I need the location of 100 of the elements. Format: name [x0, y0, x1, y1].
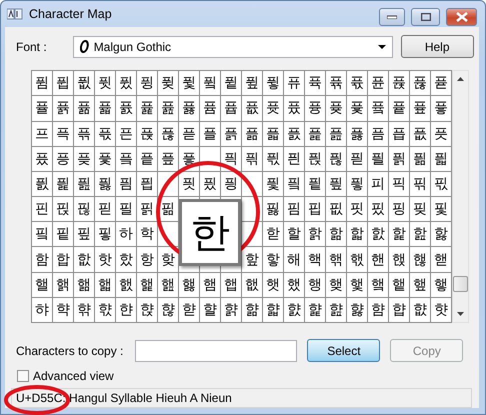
character-cell[interactable]: 픮 [74, 172, 94, 196]
character-cell[interactable]: 퓨 [284, 71, 304, 96]
character-cell[interactable]: 픔 [368, 122, 388, 146]
character-cell[interactable]: 핕 [53, 222, 73, 246]
character-cell[interactable]: 햠 [368, 298, 388, 322]
character-cell[interactable]: 퓪 [326, 71, 346, 96]
character-cell[interactable]: 햜 [284, 298, 304, 322]
character-cell[interactable]: 필 [116, 197, 136, 222]
character-cell[interactable]: 햔 [116, 298, 136, 322]
character-cell[interactable]: 핶 [326, 247, 346, 272]
character-cell[interactable]: 할 [284, 222, 304, 246]
character-cell[interactable]: 픱 [137, 172, 157, 196]
character-cell[interactable]: 퓭 [389, 71, 409, 96]
character-cell[interactable]: 퓲 [74, 96, 94, 120]
character-cell[interactable]: 햁 [137, 272, 157, 297]
character-cell[interactable]: 핤 [368, 222, 388, 246]
character-cell[interactable]: 핼 [32, 272, 52, 297]
character-cell[interactable]: 퓥 [221, 71, 241, 96]
character-cell[interactable]: 핣 [347, 222, 367, 246]
character-cell[interactable]: 퓾 [326, 96, 346, 120]
character-cell[interactable]: 픹 [305, 172, 325, 196]
character-cell[interactable]: 핹 [389, 247, 409, 272]
character-cell[interactable]: 핓 [431, 197, 451, 222]
character-cell[interactable]: 퓤 [200, 71, 220, 96]
character-cell[interactable]: 핔 [32, 222, 52, 246]
character-cell[interactable]: 픬 [32, 172, 52, 196]
character-cell[interactable]: 학 [137, 222, 157, 246]
character-cell[interactable]: 퓮 [410, 71, 430, 96]
character-cell[interactable]: 햌 [368, 272, 388, 297]
character-cell[interactable]: 픫 [431, 146, 451, 171]
character-cell[interactable]: 픀 [368, 96, 388, 120]
character-cell[interactable]: 퓠 [116, 71, 136, 96]
character-cell[interactable]: 핺 [410, 247, 430, 272]
character-cell[interactable]: 퓳 [95, 96, 115, 120]
character-cell[interactable]: 픵 [221, 172, 241, 196]
character-cell[interactable]: 햆 [242, 272, 262, 297]
character-cell[interactable]: 퓫 [347, 71, 367, 96]
character-cell[interactable]: 해 [284, 247, 304, 272]
character-cell[interactable]: 핻 [431, 247, 451, 272]
character-cell[interactable]: 핏 [347, 197, 367, 222]
character-cell[interactable]: 햏 [431, 272, 451, 297]
character-cell[interactable]: 픞 [158, 146, 178, 171]
character-cell[interactable]: 퓴 [116, 96, 136, 120]
character-cell[interactable]: 핡 [305, 222, 325, 246]
character-cell[interactable]: 퓡 [137, 71, 157, 96]
character-cell[interactable]: 핅 [137, 197, 157, 222]
character-cell[interactable]: 퓱 [53, 96, 73, 120]
character-cell[interactable]: 픳 [179, 172, 199, 196]
character-cell[interactable]: 픤 [284, 146, 304, 171]
character-cell[interactable]: 픂 [410, 96, 430, 120]
character-cell[interactable]: 핲 [242, 247, 262, 272]
character-cell[interactable]: 핖 [74, 222, 94, 246]
character-cell[interactable]: 했 [284, 272, 304, 297]
character-cell[interactable]: 퓹 [221, 96, 241, 120]
help-button[interactable]: Help [400, 35, 474, 58]
character-cell[interactable]: 픦 [326, 146, 346, 171]
character-cell[interactable]: 픆 [74, 122, 94, 146]
character-cell[interactable]: 픢 [242, 146, 262, 171]
character-cell[interactable]: 픷 [263, 172, 283, 196]
character-cell[interactable]: 햚 [242, 298, 262, 322]
character-cell[interactable]: 햄 [200, 272, 220, 297]
character-cell[interactable]: 핾 [74, 272, 94, 297]
minimize-button[interactable] [379, 8, 405, 26]
character-cell[interactable]: 픜 [116, 146, 136, 171]
character-cell[interactable]: 픅 [53, 122, 73, 146]
character-cell[interactable]: 햃 [179, 272, 199, 297]
character-cell[interactable]: 햞 [326, 298, 346, 322]
character-cell[interactable]: 픴 [200, 172, 220, 196]
character-cell[interactable]: 핳 [263, 247, 283, 272]
character-cell[interactable]: 햂 [158, 272, 178, 297]
character-cell[interactable]: 퓟 [95, 71, 115, 96]
character-cell[interactable]: 퓰 [32, 96, 52, 120]
character-cell[interactable]: 픻 [347, 172, 367, 196]
character-cell[interactable]: 햕 [137, 298, 157, 322]
character-cell[interactable]: 퓦 [242, 71, 262, 96]
character-cell[interactable]: 핎 [326, 197, 346, 222]
character-cell[interactable]: 햖 [158, 298, 178, 322]
character-cell[interactable]: 퓼 [284, 96, 304, 120]
scrollbar-thumb[interactable] [453, 276, 468, 292]
character-cell[interactable]: 핀 [32, 197, 52, 222]
character-cell[interactable]: 플 [200, 122, 220, 146]
scrollbar[interactable] [452, 70, 469, 323]
character-cell[interactable]: 햝 [305, 298, 325, 322]
character-cell[interactable]: 핑 [389, 197, 409, 222]
character-cell[interactable]: 핐 [368, 197, 388, 222]
character-cell[interactable]: 합 [53, 247, 73, 272]
character-cell[interactable]: 핪 [74, 247, 94, 272]
character-cell[interactable]: 퓻 [263, 96, 283, 120]
character-cell[interactable]: 프 [32, 122, 52, 146]
character-cell[interactable]: 햙 [221, 298, 241, 322]
character-cell[interactable]: 픍 [221, 122, 241, 146]
character-cell[interactable]: 픗 [431, 122, 451, 146]
character-cell[interactable]: 픩 [389, 146, 409, 171]
character-cell[interactable]: 햇 [263, 272, 283, 297]
character-cell[interactable]: 픯 [95, 172, 115, 196]
character-cell[interactable]: 항 [137, 247, 157, 272]
scroll-up-icon[interactable] [457, 77, 464, 82]
character-cell[interactable]: 퓩 [305, 71, 325, 96]
character-cell[interactable]: 픣 [263, 146, 283, 171]
character-cell[interactable]: 함 [32, 247, 52, 272]
